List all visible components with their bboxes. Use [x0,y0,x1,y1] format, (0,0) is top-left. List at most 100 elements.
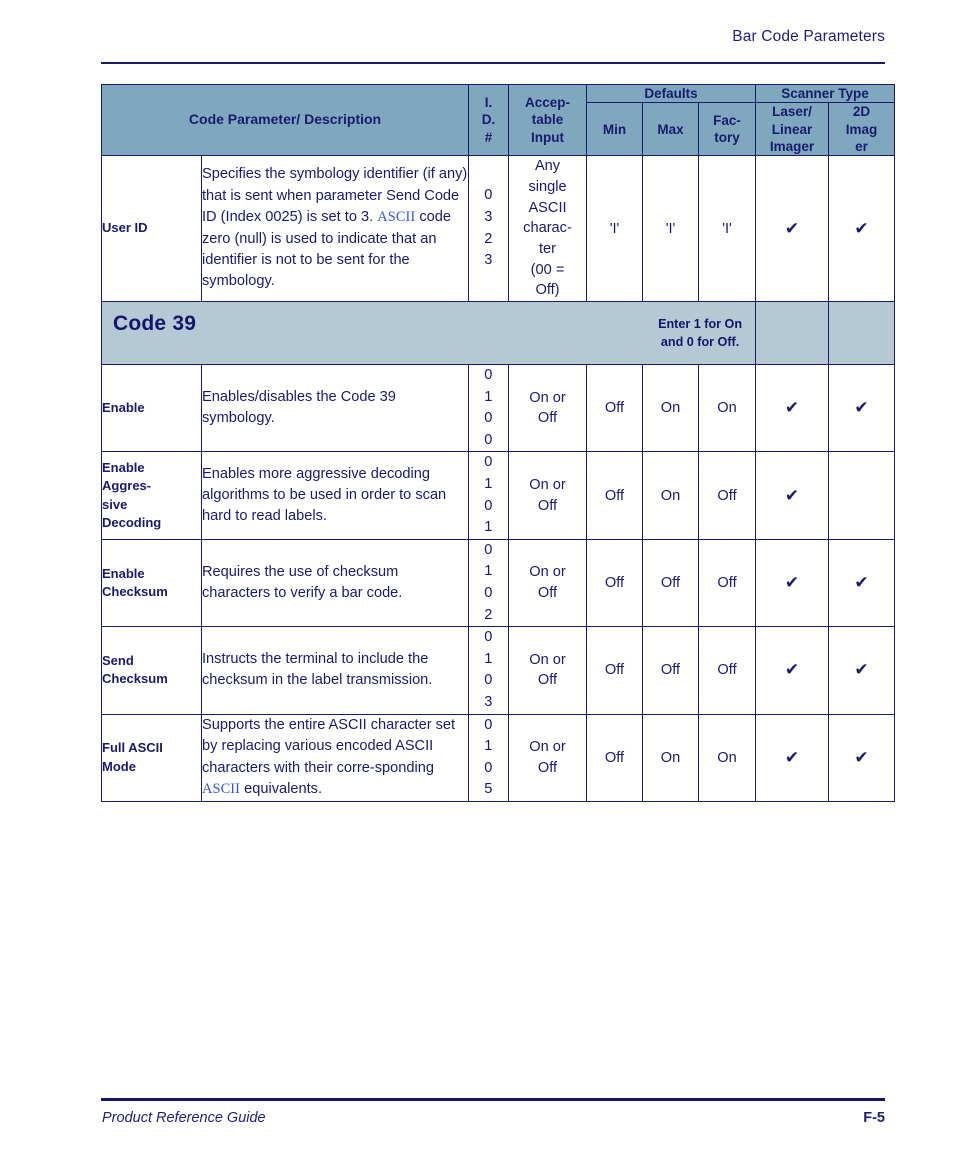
page-running-header: Bar Code Parameters [101,28,885,72]
default-max: Off [642,626,700,715]
column-header-id-line1: I. [484,95,493,111]
default-min: Off [586,538,644,628]
input-line: Off [537,672,558,689]
table-row: Enable Aggres- sive Decoding Enables mor… [101,451,896,540]
acceptable-input-value: On or Off [508,451,588,540]
imager-line3: er [855,138,868,154]
parameter-name-line: Enable [102,459,145,475]
acceptable-input-value: On or Off [508,538,588,628]
parameter-name-line: Checksum [102,584,168,600]
default-factory: On [698,364,757,453]
acceptable-input-line2: table [531,112,564,128]
id-digit: 0 [484,454,493,471]
section-title: Code 39 [113,312,197,336]
acceptable-input-value: Any single ASCII charac- ter (00 = Off) [508,155,588,303]
parameter-description: Requires the use of checksum characters … [200,538,470,628]
input-line: (00 = [530,261,565,278]
scanner-2d-imager-check: ✔ [828,364,896,453]
input-line: On or [529,651,566,668]
id-digit: 0 [484,497,493,514]
parameter-description: Supports the entire ASCII character set … [200,713,470,802]
default-min: Off [586,451,644,540]
input-line: On or [529,476,566,493]
input-line: charac- [523,220,572,237]
input-line: Off [537,410,558,427]
default-factory: On [698,713,757,802]
ascii-cross-reference-link[interactable]: ASCII [202,781,240,797]
default-factory: Off [698,626,757,715]
page-title: Bar Code Parameters [732,28,885,45]
id-digit: 1 [484,519,493,536]
section-band-row: Code 39 Enter 1 for On and 0 for Off. [100,301,896,366]
parameter-name-line: Checksum [102,671,168,687]
parameter-name: Enable Aggres- sive Decoding [101,451,202,540]
column-header-2d-imager: 2D Imag er [828,102,896,157]
id-digit: 2 [484,230,493,247]
scanner-2d-imager-check: ✔ [828,713,896,802]
default-max: On [642,364,700,453]
id-digit: 3 [484,208,493,225]
footer-page-number: F-5 [863,1110,885,1126]
input-line: ASCII [528,199,567,216]
scanner-laser-linear-check: ✔ [755,364,830,453]
page-running-footer: Product Reference Guide F-5 [101,1098,885,1146]
parameter-description: Instructs the terminal to include the ch… [200,626,470,715]
id-digit: 1 [484,476,493,493]
input-line: Any [534,158,561,175]
factory-line2: tory [714,130,740,146]
id-digit: 1 [484,650,493,667]
table-row: User ID Specifies the symbology identifi… [101,155,896,303]
factory-line1: Fac- [713,112,741,128]
column-header-id-line2: D. [481,112,496,128]
column-header-id-line3: # [484,129,493,145]
parameter-name: Enable Checksum [101,538,202,628]
id-digit: 5 [484,781,493,798]
column-header-factory: Fac- tory [698,102,757,157]
parameter-name-line: Decoding [102,515,162,531]
scanner-2d-imager-check: ✔ [828,626,896,715]
section-band-laser-cell [755,301,830,366]
section-note-line2: and 0 for Off. [660,335,740,350]
acceptable-input-value: On or Off [508,626,588,715]
parameter-id: 0 1 0 3 [468,626,510,715]
scanner-laser-linear-check: ✔ [755,451,830,540]
parameter-id: 0 1 0 0 [468,364,510,453]
input-line: ter [539,240,557,257]
scanner-laser-linear-check: ✔ [755,626,830,715]
id-digit: 1 [484,563,493,580]
default-factory: Off [698,538,757,628]
input-line: Off [537,585,558,602]
id-digit: 1 [484,388,493,405]
column-header-laser-linear-imager: Laser/ Linear Imager [755,102,830,157]
id-digit: 0 [484,541,493,558]
scanner-2d-imager-check [828,451,896,540]
default-max: On [642,451,700,540]
ascii-cross-reference-link[interactable]: ASCII [377,209,415,225]
parameter-name-line: Full ASCII [102,740,163,756]
id-digit: 0 [484,367,493,384]
laser-line1: Laser/ [772,104,812,120]
scanner-laser-linear-check: ✔ [755,155,830,303]
input-line: Off [537,497,558,514]
id-digit: 0 [484,431,493,448]
parameter-id: 0 1 0 2 [468,538,510,628]
input-line: Off [537,759,558,776]
section-note: Enter 1 for On and 0 for Off. [658,315,742,352]
parameter-name: User ID [101,155,202,303]
id-digit: 0 [484,187,493,204]
input-line: single [528,178,567,195]
input-line: On or [529,389,566,406]
input-line: Off) [535,282,560,299]
column-header-min: Min [586,102,644,157]
input-line: On or [529,564,566,581]
id-digit: 3 [484,694,493,710]
id-digit: 2 [484,606,493,623]
footer-divider [101,1098,885,1101]
acceptable-input-line1: Accep- [525,95,571,111]
parameter-name: Send Checksum [101,626,202,715]
section-note-line1: Enter 1 for On [658,317,743,332]
parameter-id: 0 1 0 5 [468,713,510,802]
parameter-name-line: sive [102,496,128,512]
scanner-2d-imager-check: ✔ [828,155,896,303]
bar-code-parameters-table: Code Parameter/ Description I. D. # Acce… [100,83,896,802]
